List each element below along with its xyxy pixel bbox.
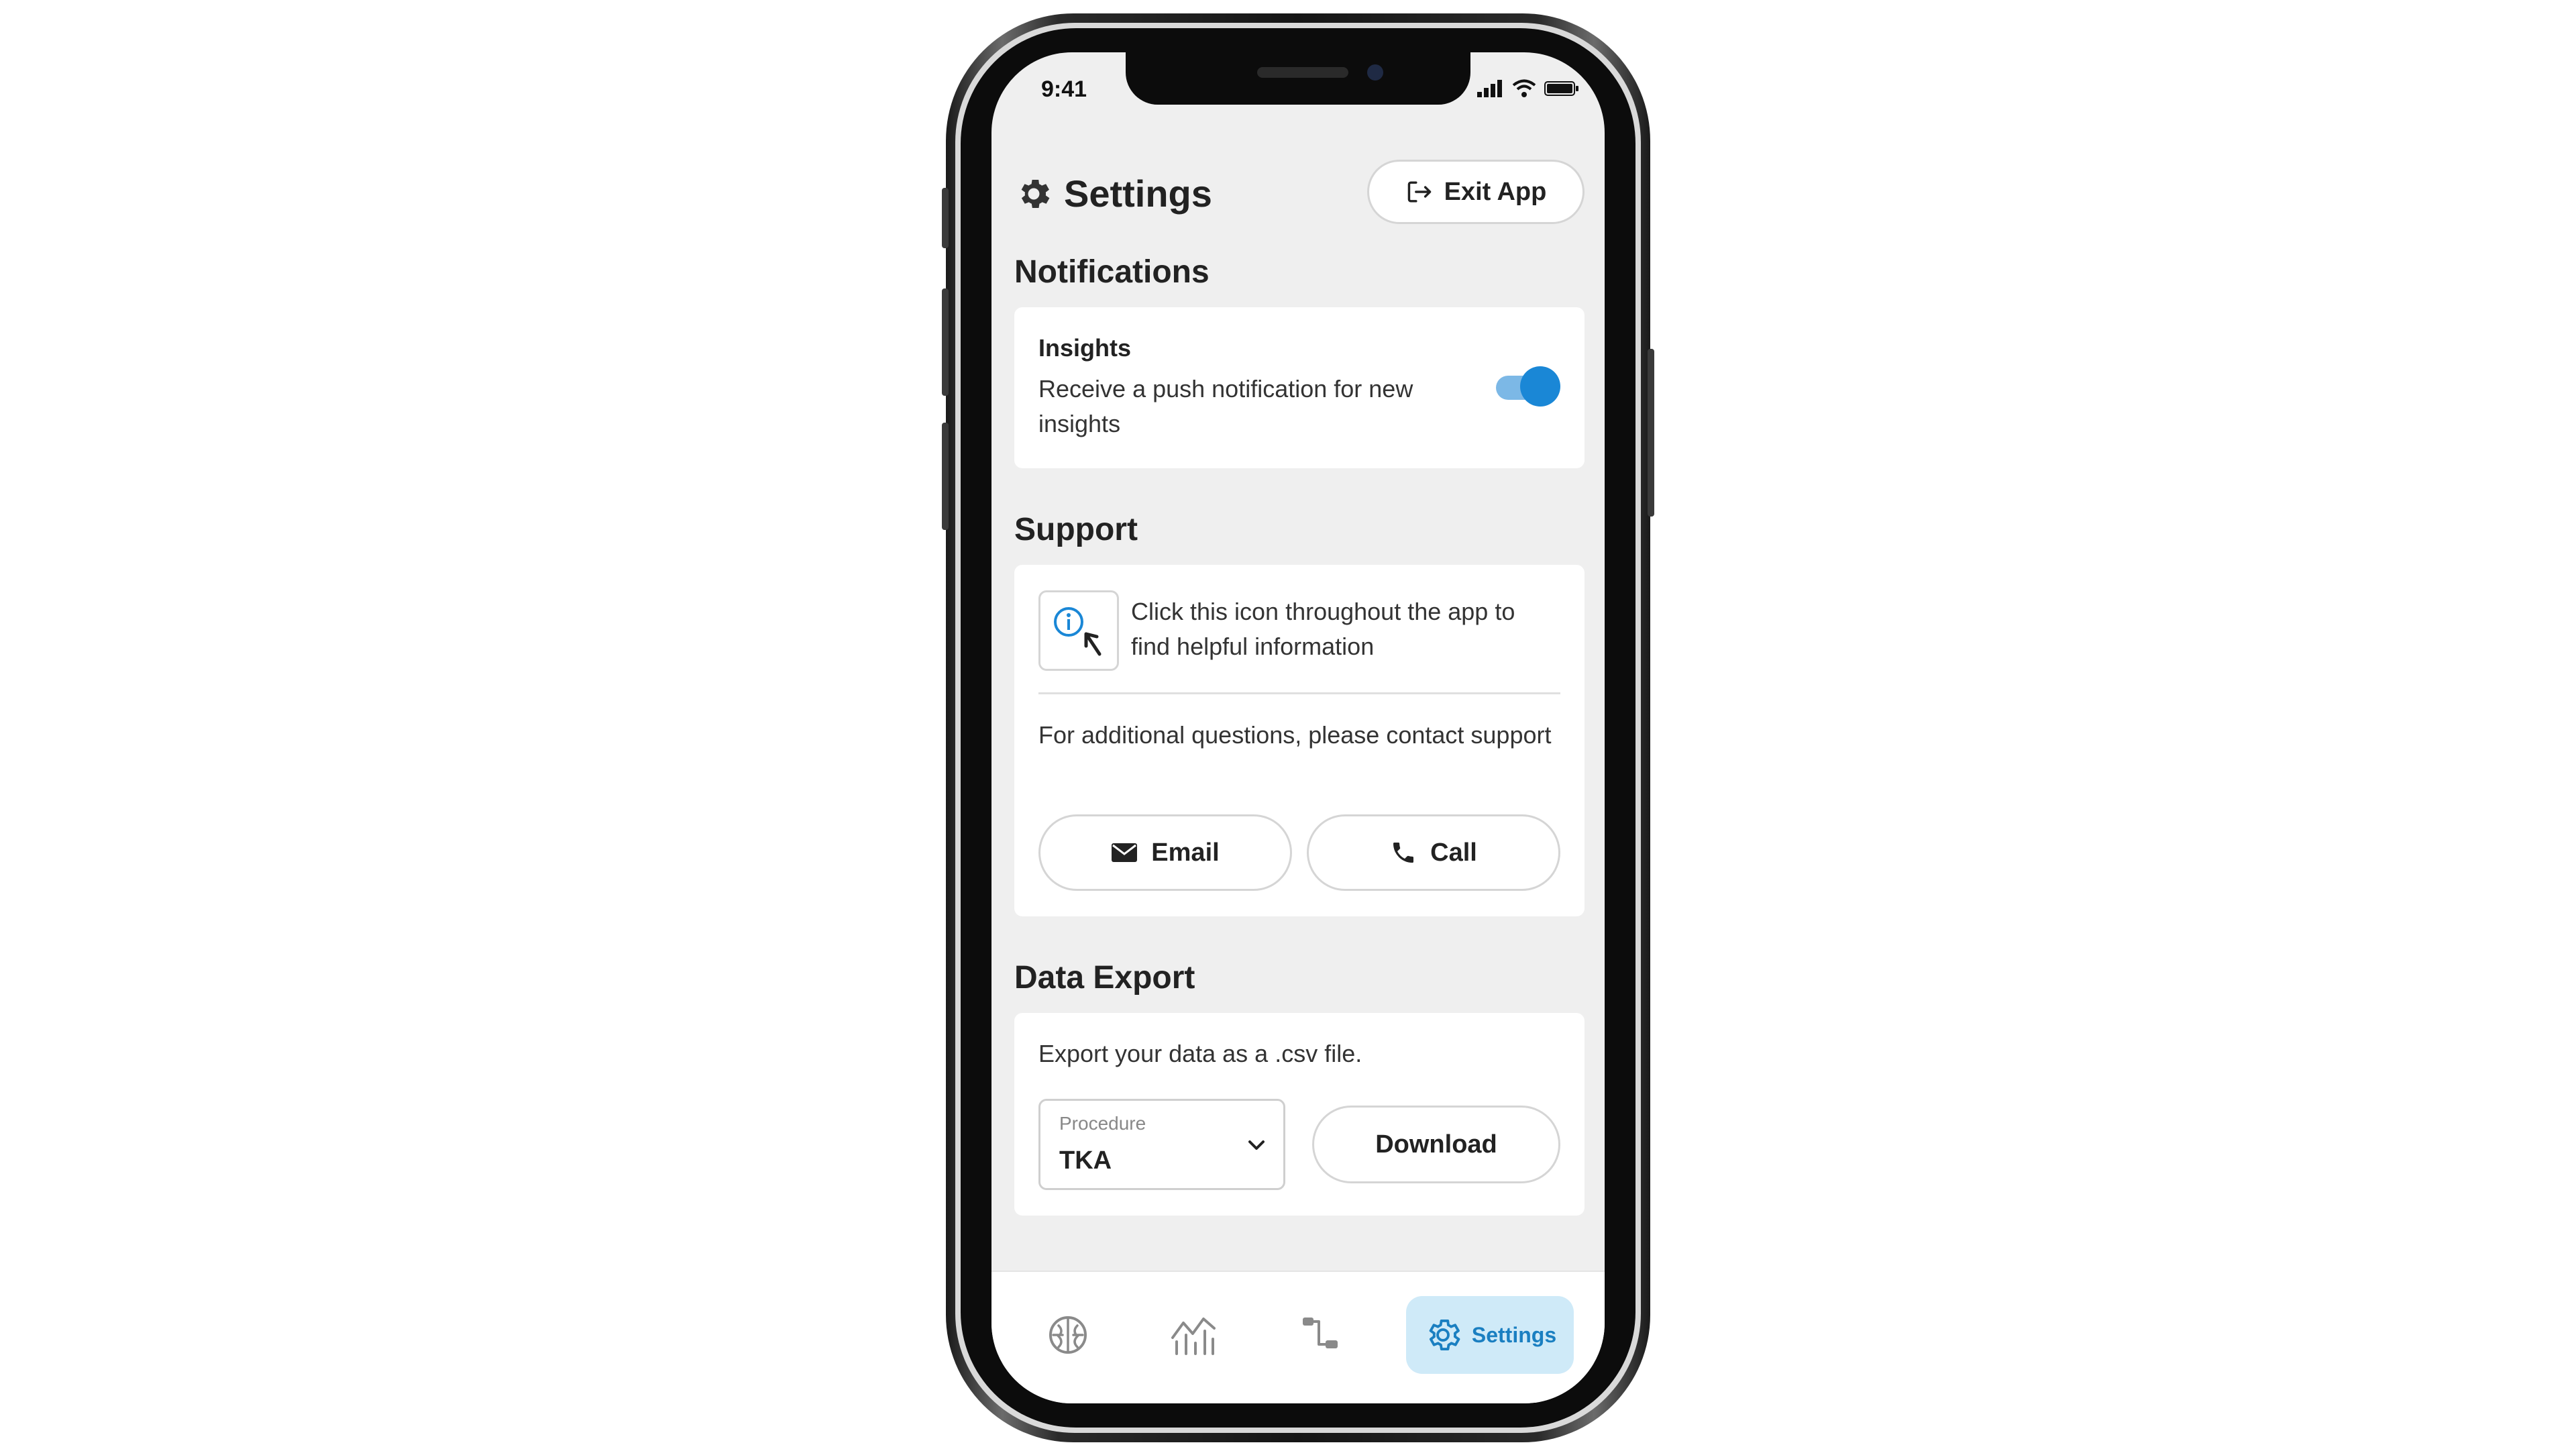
- help-info-text: Click this icon throughout the app to fi…: [1131, 598, 1515, 660]
- chevron-down-icon: [1248, 1140, 1265, 1150]
- email-button[interactable]: Email: [1038, 814, 1292, 891]
- export-description: Export your data as a .csv file.: [1038, 1040, 1362, 1067]
- call-button[interactable]: Call: [1307, 814, 1560, 891]
- procedure-value: TKA: [1059, 1146, 1112, 1175]
- pathway-icon: [1303, 1318, 1338, 1348]
- page-title: Settings: [1064, 172, 1212, 215]
- status-icons: [1477, 79, 1579, 98]
- battery-icon: [1544, 81, 1578, 96]
- data-export-card: Export your data as a .csv file. Procedu…: [1014, 1013, 1585, 1216]
- support-divider: [1038, 692, 1560, 694]
- info-cursor-icon: [1054, 607, 1102, 656]
- exit-app-label: Exit App: [1444, 177, 1547, 206]
- volume-up-button: [942, 288, 949, 396]
- signal-icon: [1477, 80, 1502, 97]
- exit-app-button[interactable]: Exit App: [1367, 160, 1585, 224]
- insights-description: Receive a push notification for new insi…: [1038, 375, 1413, 437]
- call-label: Call: [1430, 838, 1477, 867]
- support-heading: Support: [1014, 512, 1138, 547]
- volume-down-button: [942, 423, 949, 530]
- speaker: [1257, 67, 1348, 78]
- mute-switch: [942, 188, 949, 248]
- brain-icon: [1049, 1316, 1087, 1354]
- notifications-card: Insights Receive a push notification for…: [1014, 307, 1585, 468]
- procedure-select[interactable]: Procedure TKA: [1038, 1099, 1285, 1190]
- insights-toggle[interactable]: [1496, 366, 1560, 407]
- front-camera: [1367, 64, 1383, 80]
- phone-icon: [1393, 843, 1414, 863]
- data-export-heading: Data Export: [1014, 960, 1195, 996]
- contact-support-text: For additional questions, please contact…: [1038, 721, 1552, 749]
- title-wrap: Settings: [1014, 172, 1212, 215]
- phone-frame: 9:41 Settings Exit App Notifications Ins…: [942, 13, 1654, 1442]
- email-label: Email: [1151, 838, 1220, 867]
- gear-icon: [1429, 1320, 1460, 1350]
- download-label: Download: [1375, 1130, 1497, 1159]
- procedure-label: Procedure: [1059, 1113, 1146, 1134]
- insights-title: Insights: [1038, 334, 1132, 362]
- notch: [1126, 52, 1470, 105]
- gear-icon: [1021, 179, 1050, 208]
- exit-icon: [1407, 181, 1431, 203]
- nav-item-brain[interactable]: [1029, 1296, 1107, 1374]
- help-icon-box: [1038, 590, 1119, 671]
- page-header: Settings Exit App: [1014, 160, 1585, 227]
- bottom-nav: Settings: [991, 1271, 1605, 1403]
- wifi-icon: [1512, 79, 1536, 97]
- nav-item-chart[interactable]: [1155, 1296, 1233, 1374]
- nav-settings-label: Settings: [1471, 1322, 1557, 1347]
- app-screen: 9:41 Settings Exit App Notifications Ins…: [991, 52, 1605, 1403]
- toggle-knob: [1520, 366, 1560, 407]
- envelope-icon: [1112, 843, 1138, 862]
- status-time: 9:41: [1041, 76, 1087, 102]
- download-button[interactable]: Download: [1312, 1106, 1560, 1183]
- power-button: [1648, 349, 1654, 517]
- nav-item-pathway[interactable]: [1281, 1296, 1359, 1374]
- chart-icon: [1171, 1318, 1216, 1355]
- nav-item-settings[interactable]: Settings: [1406, 1296, 1574, 1374]
- notifications-heading: Notifications: [1014, 254, 1210, 290]
- support-card: Click this icon throughout the app to fi…: [1014, 565, 1585, 916]
